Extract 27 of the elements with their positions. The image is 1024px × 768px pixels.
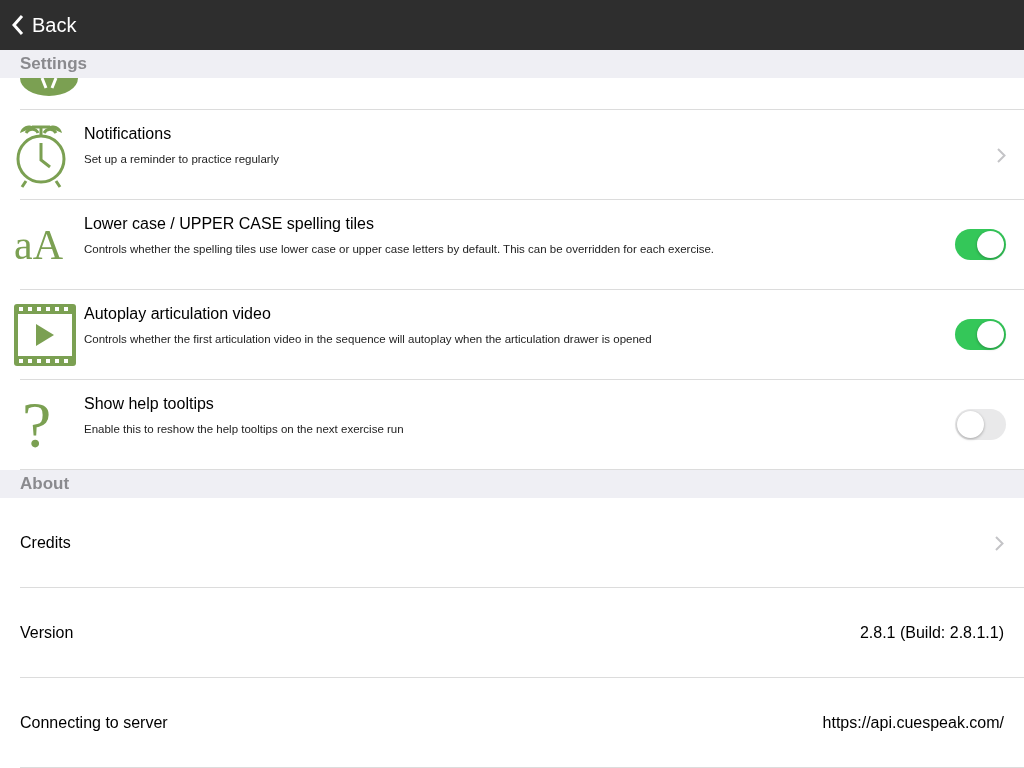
setting-description: Enable this to reshow the help tooltips on the next exercise run [84,422,404,437]
setting-description: Set up a reminder to practice regularly [84,152,279,167]
back-button[interactable]: Back [12,10,77,40]
list-row[interactable]: Notifications Set up a reminder to practice regularly [20,110,1024,200]
toggle-switch[interactable] [955,409,1006,440]
setting-title: Autoplay articulation video [84,304,271,324]
list-row[interactable]: Credits [20,498,1024,588]
setting-title: Show help tooltips [84,394,214,414]
toggle-switch[interactable] [955,229,1006,260]
chevron-left-icon [12,14,24,36]
setting-title: Lower case / UPPER CASE spelling tiles [84,214,374,234]
video-play-icon [14,304,76,366]
row-label: Credits [20,533,71,551]
toggle-switch[interactable] [955,319,1006,350]
row-label: Version [20,623,74,641]
chevron-right-icon [995,535,1004,551]
row-value: https://api.cuespeak.com/ [822,712,1004,733]
setting-description: Controls whether the spelling tiles use lower case or upper case letters by default. This can be overridden for each exercise. [84,242,715,257]
section-header: About [0,470,1024,498]
section-header: Settings [0,50,1024,78]
row-value: 2.8.1 (Build: 2.8.1.1) [859,622,1004,643]
letter-case-icon: aA [14,224,63,266]
chevron-right-icon [997,147,1006,163]
setting-description: Controls whether the first articulation video in the sequence will autoplay when the articulation drawer is opened [84,332,652,347]
question-mark-icon: ? [22,392,52,458]
setting-title: Notifications [84,124,172,144]
row-label: Connecting to server [20,713,168,731]
